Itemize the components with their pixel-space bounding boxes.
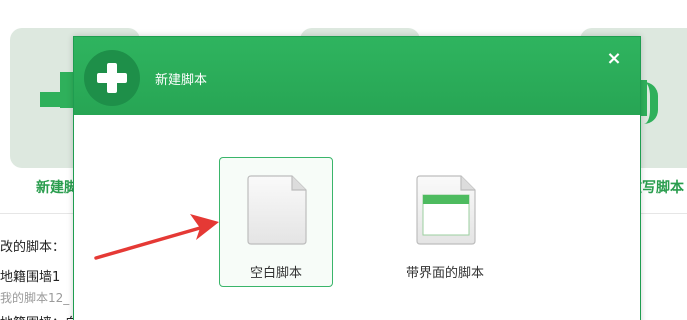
close-button[interactable]: × bbox=[604, 49, 624, 69]
add-icon bbox=[84, 50, 140, 106]
recent-item-title[interactable]: 地籍围墙1 bbox=[0, 266, 60, 285]
recent-item-subtitle: 我的脚本12_ bbox=[0, 291, 70, 305]
blank-script-label: 空白脚本 bbox=[249, 266, 302, 281]
dialog-title: 新建脚本 bbox=[155, 73, 208, 88]
ui-script-option[interactable]: 带界面的脚本 bbox=[388, 157, 502, 287]
dialog-header: 新建脚本 × bbox=[74, 37, 640, 115]
recent-item-title[interactable]: 地籍围墙：白 bbox=[0, 312, 78, 320]
recent-heading: 改的脚本： bbox=[0, 240, 66, 255]
ui-file-icon bbox=[416, 175, 476, 245]
blank-file-icon bbox=[247, 175, 307, 245]
script-glyph-stem bbox=[640, 80, 647, 116]
blank-script-option[interactable]: 空白脚本 bbox=[219, 157, 333, 287]
new-script-caption[interactable]: 新建脚 bbox=[36, 177, 78, 197]
annotation-arrow bbox=[94, 214, 219, 260]
ui-script-label: 带界面的脚本 bbox=[405, 266, 484, 281]
new-script-dialog: 新建脚本 × 空白脚本 带界面的脚本 bbox=[73, 36, 641, 320]
